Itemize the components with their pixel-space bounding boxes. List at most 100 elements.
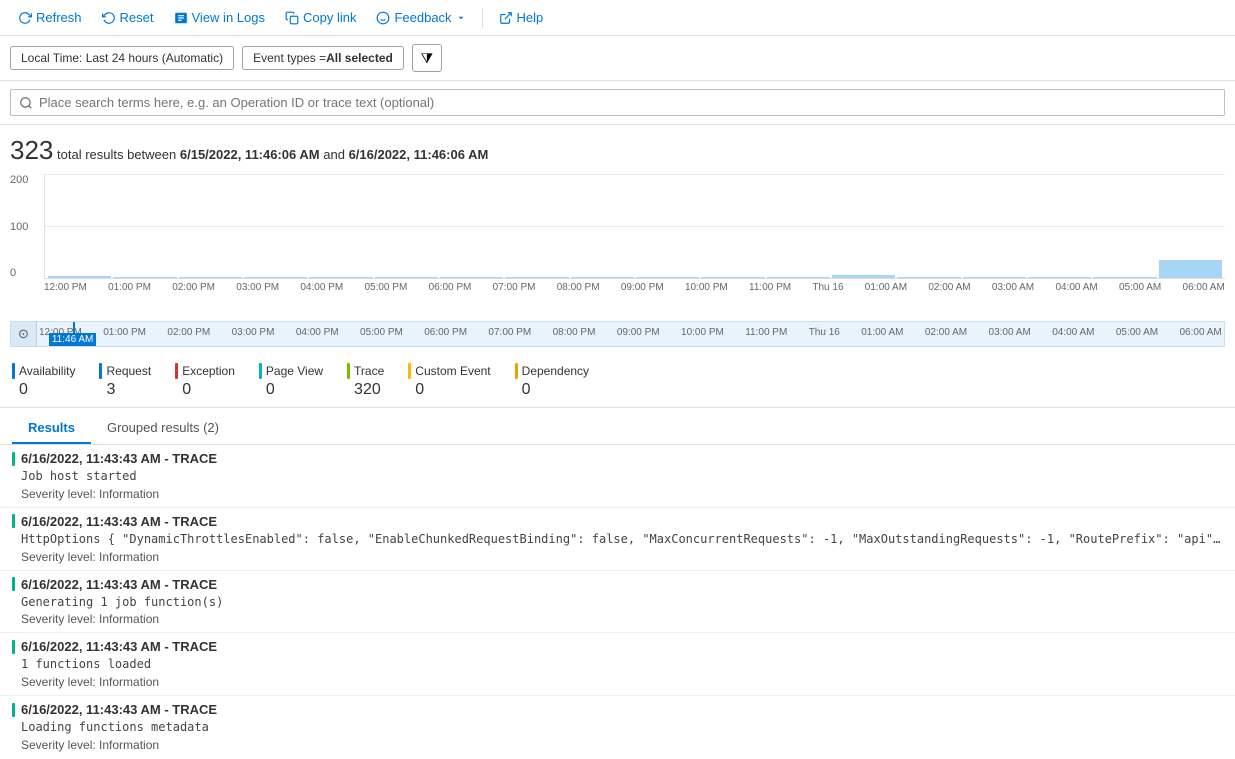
- timeline-labels: 12:00 PM 01:00 PM 02:00 PM 03:00 PM 04:0…: [37, 322, 1224, 338]
- legend-dependency: Dependency 0: [515, 363, 589, 399]
- result-severity: Severity level: Information: [21, 612, 1223, 626]
- chart-bar: [505, 277, 568, 278]
- filter-icon-button[interactable]: ⧩: [412, 44, 442, 72]
- chart-bar: [701, 277, 764, 278]
- page-view-label: Page View: [266, 364, 323, 378]
- copy-link-label: Copy link: [303, 10, 356, 25]
- result-type-bar: [12, 514, 15, 528]
- feedback-button[interactable]: Feedback: [368, 6, 473, 29]
- help-button[interactable]: Help: [491, 6, 552, 29]
- list-item[interactable]: 6/16/2022, 11:43:43 AM - TRACE Loading f…: [0, 696, 1235, 758]
- dependency-dot: [515, 363, 518, 379]
- custom-event-dot: [408, 363, 411, 379]
- event-type-filter-pill[interactable]: Event types = All selected: [242, 46, 404, 70]
- chart-bar: [244, 277, 307, 278]
- exception-label: Exception: [182, 364, 235, 378]
- reset-icon: [102, 11, 116, 25]
- copy-link-icon: [285, 11, 299, 25]
- chart-bar: [48, 276, 111, 278]
- filter-bar: Local Time: Last 24 hours (Automatic) Ev…: [0, 36, 1235, 81]
- event-legend: Availability 0 Request 3 Exception 0 Pag…: [0, 355, 1235, 407]
- page-view-dot: [259, 363, 262, 379]
- chart-bar: [179, 277, 242, 278]
- view-in-logs-button[interactable]: View in Logs: [166, 6, 273, 29]
- results-count: 323: [10, 135, 53, 165]
- result-severity: Severity level: Information: [21, 738, 1223, 752]
- results-summary: 323 total results between 6/15/2022, 11:…: [0, 125, 1235, 170]
- view-logs-icon: [174, 11, 188, 25]
- chart-area: 200 100 0 12:00: [0, 174, 1235, 319]
- tabs-bar: Results Grouped results (2): [0, 412, 1235, 445]
- timeline-container: ⊙ 12:00 PM 01:00 PM 02:00 PM 03:00 PM 04…: [10, 321, 1225, 347]
- legend-request: Request 3: [99, 363, 151, 399]
- result-type-bar: [12, 703, 15, 717]
- chart-bar: [309, 277, 372, 278]
- list-item[interactable]: 6/16/2022, 11:43:43 AM - TRACE Job host …: [0, 445, 1235, 508]
- custom-event-label: Custom Event: [415, 364, 490, 378]
- result-title: 6/16/2022, 11:43:43 AM - TRACE: [21, 514, 217, 529]
- reset-button[interactable]: Reset: [94, 6, 162, 29]
- result-type-bar: [12, 577, 15, 591]
- help-icon: [499, 11, 513, 25]
- chart-bar: [571, 277, 634, 278]
- time-axis-top: 12:00 PM 01:00 PM 02:00 PM 03:00 PM 04:0…: [44, 282, 1225, 293]
- list-item[interactable]: 6/16/2022, 11:43:43 AM - TRACE Generatin…: [0, 571, 1235, 634]
- chart-bar: [375, 277, 438, 278]
- funnel-icon: ⧩: [421, 50, 434, 67]
- search-input[interactable]: [10, 89, 1225, 116]
- trace-label: Trace: [354, 364, 384, 378]
- trace-dot: [347, 363, 350, 379]
- tab-results[interactable]: Results: [12, 412, 91, 444]
- exception-count: 0: [175, 381, 235, 399]
- result-title: 6/16/2022, 11:43:43 AM - TRACE: [21, 451, 217, 466]
- availability-count: 0: [12, 381, 75, 399]
- timeline-inner: 12:00 PM 01:00 PM 02:00 PM 03:00 PM 04:0…: [37, 322, 1224, 346]
- event-type-value: All selected: [326, 51, 393, 65]
- request-count: 3: [99, 381, 151, 399]
- list-item[interactable]: 6/16/2022, 11:43:43 AM - TRACE HttpOptio…: [0, 508, 1235, 571]
- refresh-button[interactable]: Refresh: [10, 6, 90, 29]
- custom-event-count: 0: [408, 381, 490, 399]
- result-body: HttpOptions { "DynamicThrottlesEnabled":…: [21, 531, 1221, 548]
- feedback-label: Feedback: [394, 10, 451, 25]
- result-type-bar: [12, 640, 15, 654]
- dependency-count: 0: [515, 381, 589, 399]
- request-dot: [99, 363, 102, 379]
- tab-grouped-results[interactable]: Grouped results (2): [91, 412, 235, 444]
- chart-bar: [767, 277, 830, 278]
- chart-bar: [963, 277, 1026, 278]
- refresh-label: Refresh: [36, 10, 82, 25]
- legend-custom-event: Custom Event 0: [408, 363, 490, 399]
- feedback-icon: [376, 11, 390, 25]
- exception-dot: [175, 363, 178, 379]
- result-body: Generating 1 job function(s): [21, 594, 1221, 611]
- time-filter-pill[interactable]: Local Time: Last 24 hours (Automatic): [10, 46, 234, 70]
- results-label: total results between 6/15/2022, 11:46:0…: [57, 147, 488, 162]
- timeline-nav-btn[interactable]: ⊙: [11, 322, 37, 346]
- result-body: 1 functions loaded: [21, 656, 1221, 673]
- view-in-logs-label: View in Logs: [192, 10, 265, 25]
- feedback-dropdown-icon: [456, 13, 466, 23]
- chart-bar: [1093, 277, 1156, 278]
- result-title: 6/16/2022, 11:43:43 AM - TRACE: [21, 577, 217, 592]
- list-item[interactable]: 6/16/2022, 11:43:43 AM - TRACE 1 functio…: [0, 633, 1235, 696]
- page-view-count: 0: [259, 381, 323, 399]
- chart-bar: [636, 277, 699, 278]
- chart-bar: [1159, 260, 1222, 278]
- copy-link-button[interactable]: Copy link: [277, 6, 364, 29]
- timeline-cursor-label: 11:46 AM: [49, 333, 97, 346]
- time-filter-label: Local Time: Last 24 hours (Automatic): [21, 51, 223, 65]
- legend-availability: Availability 0: [12, 363, 75, 399]
- chart-bar: [1028, 277, 1091, 278]
- chart-bars-container: [45, 174, 1225, 278]
- chart-y-labels: 200 100 0: [10, 174, 42, 279]
- availability-dot: [12, 363, 15, 379]
- legend-trace: Trace 320: [347, 363, 384, 399]
- chart-bar: [440, 277, 503, 278]
- request-label: Request: [106, 364, 151, 378]
- search-bar: [0, 81, 1235, 125]
- dependency-label: Dependency: [522, 364, 589, 378]
- divider: [0, 407, 1235, 408]
- result-severity: Severity level: Information: [21, 550, 1223, 564]
- result-title: 6/16/2022, 11:43:43 AM - TRACE: [21, 702, 217, 717]
